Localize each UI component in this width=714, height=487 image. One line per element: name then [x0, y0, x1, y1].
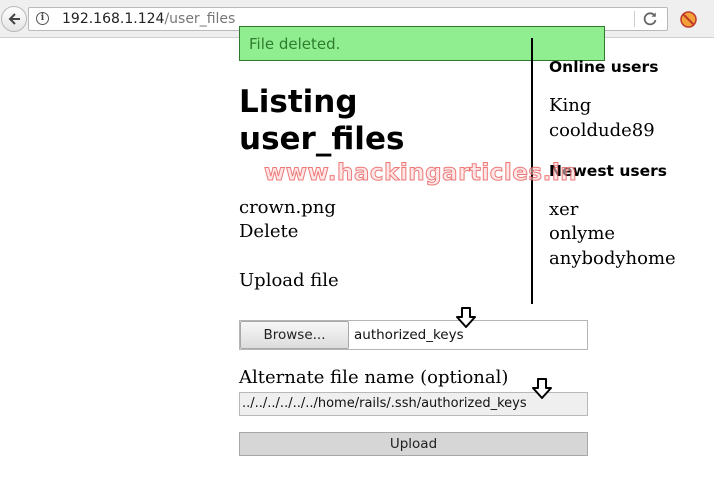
page-title-line1: Listing — [239, 84, 358, 120]
url-text: 192.168.1.124/user_files — [62, 8, 235, 30]
delete-link[interactable]: Delete — [239, 221, 298, 242]
file-input[interactable]: Browse... authorized_keys — [239, 320, 588, 350]
reload-icon[interactable] — [641, 10, 659, 28]
url-host: 192.168.1.124 — [62, 11, 165, 27]
selected-file-name: authorized_keys — [354, 327, 464, 343]
addon-icon[interactable] — [680, 11, 697, 28]
flash-message: File deleted. — [239, 26, 605, 61]
online-user-item[interactable]: King — [549, 95, 591, 116]
watermark-text: www.hackingarticles.in — [263, 160, 578, 187]
info-icon[interactable]: i — [36, 12, 49, 25]
newest-user-item[interactable]: xer — [549, 199, 578, 220]
browse-button[interactable]: Browse... — [240, 321, 349, 349]
page-title-line2: user_files — [239, 121, 405, 157]
url-path: /user_files — [164, 11, 236, 27]
page-title: Listing user_files — [239, 84, 404, 158]
url-separator — [634, 11, 635, 27]
file-name-link[interactable]: crown.png — [239, 197, 336, 218]
newest-user-item[interactable]: anybodyhome — [549, 248, 676, 269]
alternate-name-label: Alternate file name (optional) — [239, 367, 509, 388]
online-users-heading: Online users — [549, 58, 659, 76]
newest-user-item[interactable]: onlyme — [549, 223, 615, 244]
online-user-item[interactable]: cooldude89 — [549, 120, 655, 141]
upload-button[interactable]: Upload — [239, 432, 588, 456]
upload-file-heading: Upload file — [239, 270, 339, 291]
down-arrow-icon — [532, 378, 552, 399]
back-button[interactable] — [1, 6, 27, 32]
down-arrow-icon — [456, 307, 476, 328]
back-arrow-icon — [8, 13, 20, 25]
